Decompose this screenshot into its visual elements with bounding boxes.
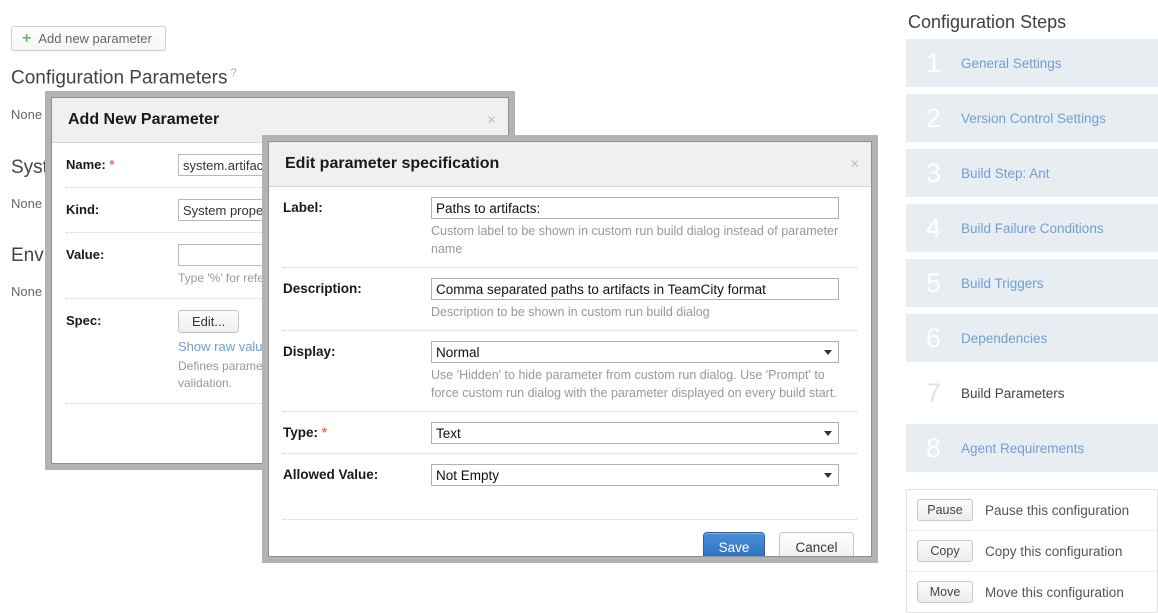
step-label: Build Triggers [961, 275, 1044, 291]
step-number: 7 [925, 377, 942, 408]
display-select-value: Normal [436, 344, 480, 360]
step-number: 6 [925, 322, 942, 353]
close-icon[interactable]: × [850, 157, 859, 172]
required-marker: * [321, 425, 328, 440]
pause-action-text: Pause this configuration [985, 502, 1130, 518]
edit-spec-dialog-body: Label: Custom label to be shown in custo… [269, 187, 871, 556]
step-number: 2 [925, 102, 942, 133]
step-number: 4 [925, 212, 942, 243]
label-type: Type: * [283, 425, 328, 440]
chevron-down-icon [824, 430, 832, 436]
plus-icon: + [22, 29, 32, 47]
step-number: 1 [925, 47, 942, 78]
save-button[interactable]: Save [703, 532, 765, 556]
pause-button[interactable]: Pause [917, 499, 973, 521]
configuration-steps-sidebar: Configuration Steps 1 General Settings 2… [906, 0, 1158, 613]
field-row-label: Label: Custom label to be shown in custo… [283, 187, 857, 268]
field-row-display: Display: Normal Use 'Hidden' to hide par… [283, 331, 857, 412]
label-value: Value: [66, 247, 105, 262]
sidebar-item-general-settings[interactable]: 1 General Settings [906, 39, 1158, 87]
move-action-text: Move this configuration [985, 584, 1124, 600]
display-hint: Use 'Hidden' to hide parameter from cust… [431, 368, 837, 400]
step-label: Build Step: Ant [961, 165, 1050, 181]
step-number: 3 [925, 157, 942, 188]
add-parameter-dialog-title: Add New Parameter [68, 111, 220, 128]
field-row-allowed-value: Allowed Value: Not Empty [283, 454, 857, 495]
description-hint: Description to be shown in custom run bu… [431, 305, 710, 319]
move-button[interactable]: Move [917, 581, 973, 603]
description-input[interactable] [431, 278, 839, 300]
add-new-parameter-label: Add new parameter [38, 31, 152, 46]
field-row-type: Type: * Text [283, 412, 857, 454]
step-label: Build Parameters [961, 385, 1065, 401]
label-label: Label: [283, 200, 323, 215]
sidebar-item-dependencies[interactable]: 6 Dependencies [906, 314, 1158, 362]
cancel-button[interactable]: Cancel [779, 532, 854, 556]
display-select[interactable]: Normal [431, 341, 839, 363]
step-number: 5 [925, 267, 942, 298]
sidebar-item-build-parameters[interactable]: 7 Build Parameters [906, 369, 1158, 417]
allowed-value-select[interactable]: Not Empty [431, 464, 839, 486]
step-label: Dependencies [961, 330, 1048, 346]
type-select[interactable]: Text [431, 422, 839, 444]
copy-button[interactable]: Copy [917, 540, 973, 562]
label-description: Description: [283, 281, 362, 296]
step-label: Version Control Settings [961, 110, 1106, 126]
type-select-value: Text [436, 425, 461, 441]
close-icon[interactable]: × [487, 113, 496, 128]
field-row-description: Description: Description to be shown in … [283, 268, 857, 331]
label-kind: Kind: [66, 202, 100, 217]
copy-configuration-action[interactable]: Copy Copy this configuration [907, 531, 1157, 572]
step-number: 8 [925, 432, 942, 463]
copy-action-text: Copy this configuration [985, 543, 1123, 559]
label-display: Display: [283, 344, 336, 359]
sidebar-actions: Pause Pause this configuration Copy Copy… [906, 489, 1158, 613]
show-raw-value-link[interactable]: Show raw value [178, 339, 270, 354]
label-input[interactable] [431, 197, 839, 219]
chevron-down-icon [824, 349, 832, 355]
label-name: Name: * [66, 157, 115, 172]
pause-configuration-action[interactable]: Pause Pause this configuration [907, 490, 1157, 531]
sidebar-item-build-triggers[interactable]: 5 Build Triggers [906, 259, 1158, 307]
sidebar-title: Configuration Steps [908, 12, 1067, 32]
sidebar-item-build-step-ant[interactable]: 3 Build Step: Ant [906, 149, 1158, 197]
help-icon[interactable]: ? [231, 67, 237, 79]
edit-spec-button[interactable]: Edit... [178, 310, 240, 333]
required-marker: * [109, 157, 115, 172]
edit-spec-dialog-title: Edit parameter specification [285, 155, 500, 172]
sidebar-item-agent-requirements[interactable]: 8 Agent Requirements [906, 424, 1158, 472]
heading-configuration-parameters: Configuration Parameters? [11, 67, 237, 89]
edit-parameter-specification-dialog: Edit parameter specification × Label: Cu… [262, 135, 878, 563]
add-new-parameter-button[interactable]: + Add new parameter [11, 26, 166, 51]
move-configuration-action[interactable]: Move Move this configuration [907, 572, 1157, 612]
step-label: Agent Requirements [961, 440, 1085, 456]
edit-spec-dialog-titlebar: Edit parameter specification × [269, 142, 871, 187]
label-spec: Spec: [66, 313, 102, 328]
step-label: Build Failure Conditions [961, 220, 1104, 236]
step-label: General Settings [961, 55, 1062, 71]
label-allowed-value: Allowed Value: [283, 467, 379, 482]
sidebar-item-version-control-settings[interactable]: 2 Version Control Settings [906, 94, 1158, 142]
configuration-steps-list: 1 General Settings 2 Version Control Set… [906, 39, 1158, 472]
chevron-down-icon [824, 472, 832, 478]
label-hint: Custom label to be shown in custom run b… [431, 224, 839, 256]
sidebar-item-build-failure-conditions[interactable]: 4 Build Failure Conditions [906, 204, 1158, 252]
allowed-value-select-value: Not Empty [436, 467, 500, 483]
edit-spec-dialog-footer: Save Cancel [283, 519, 857, 556]
